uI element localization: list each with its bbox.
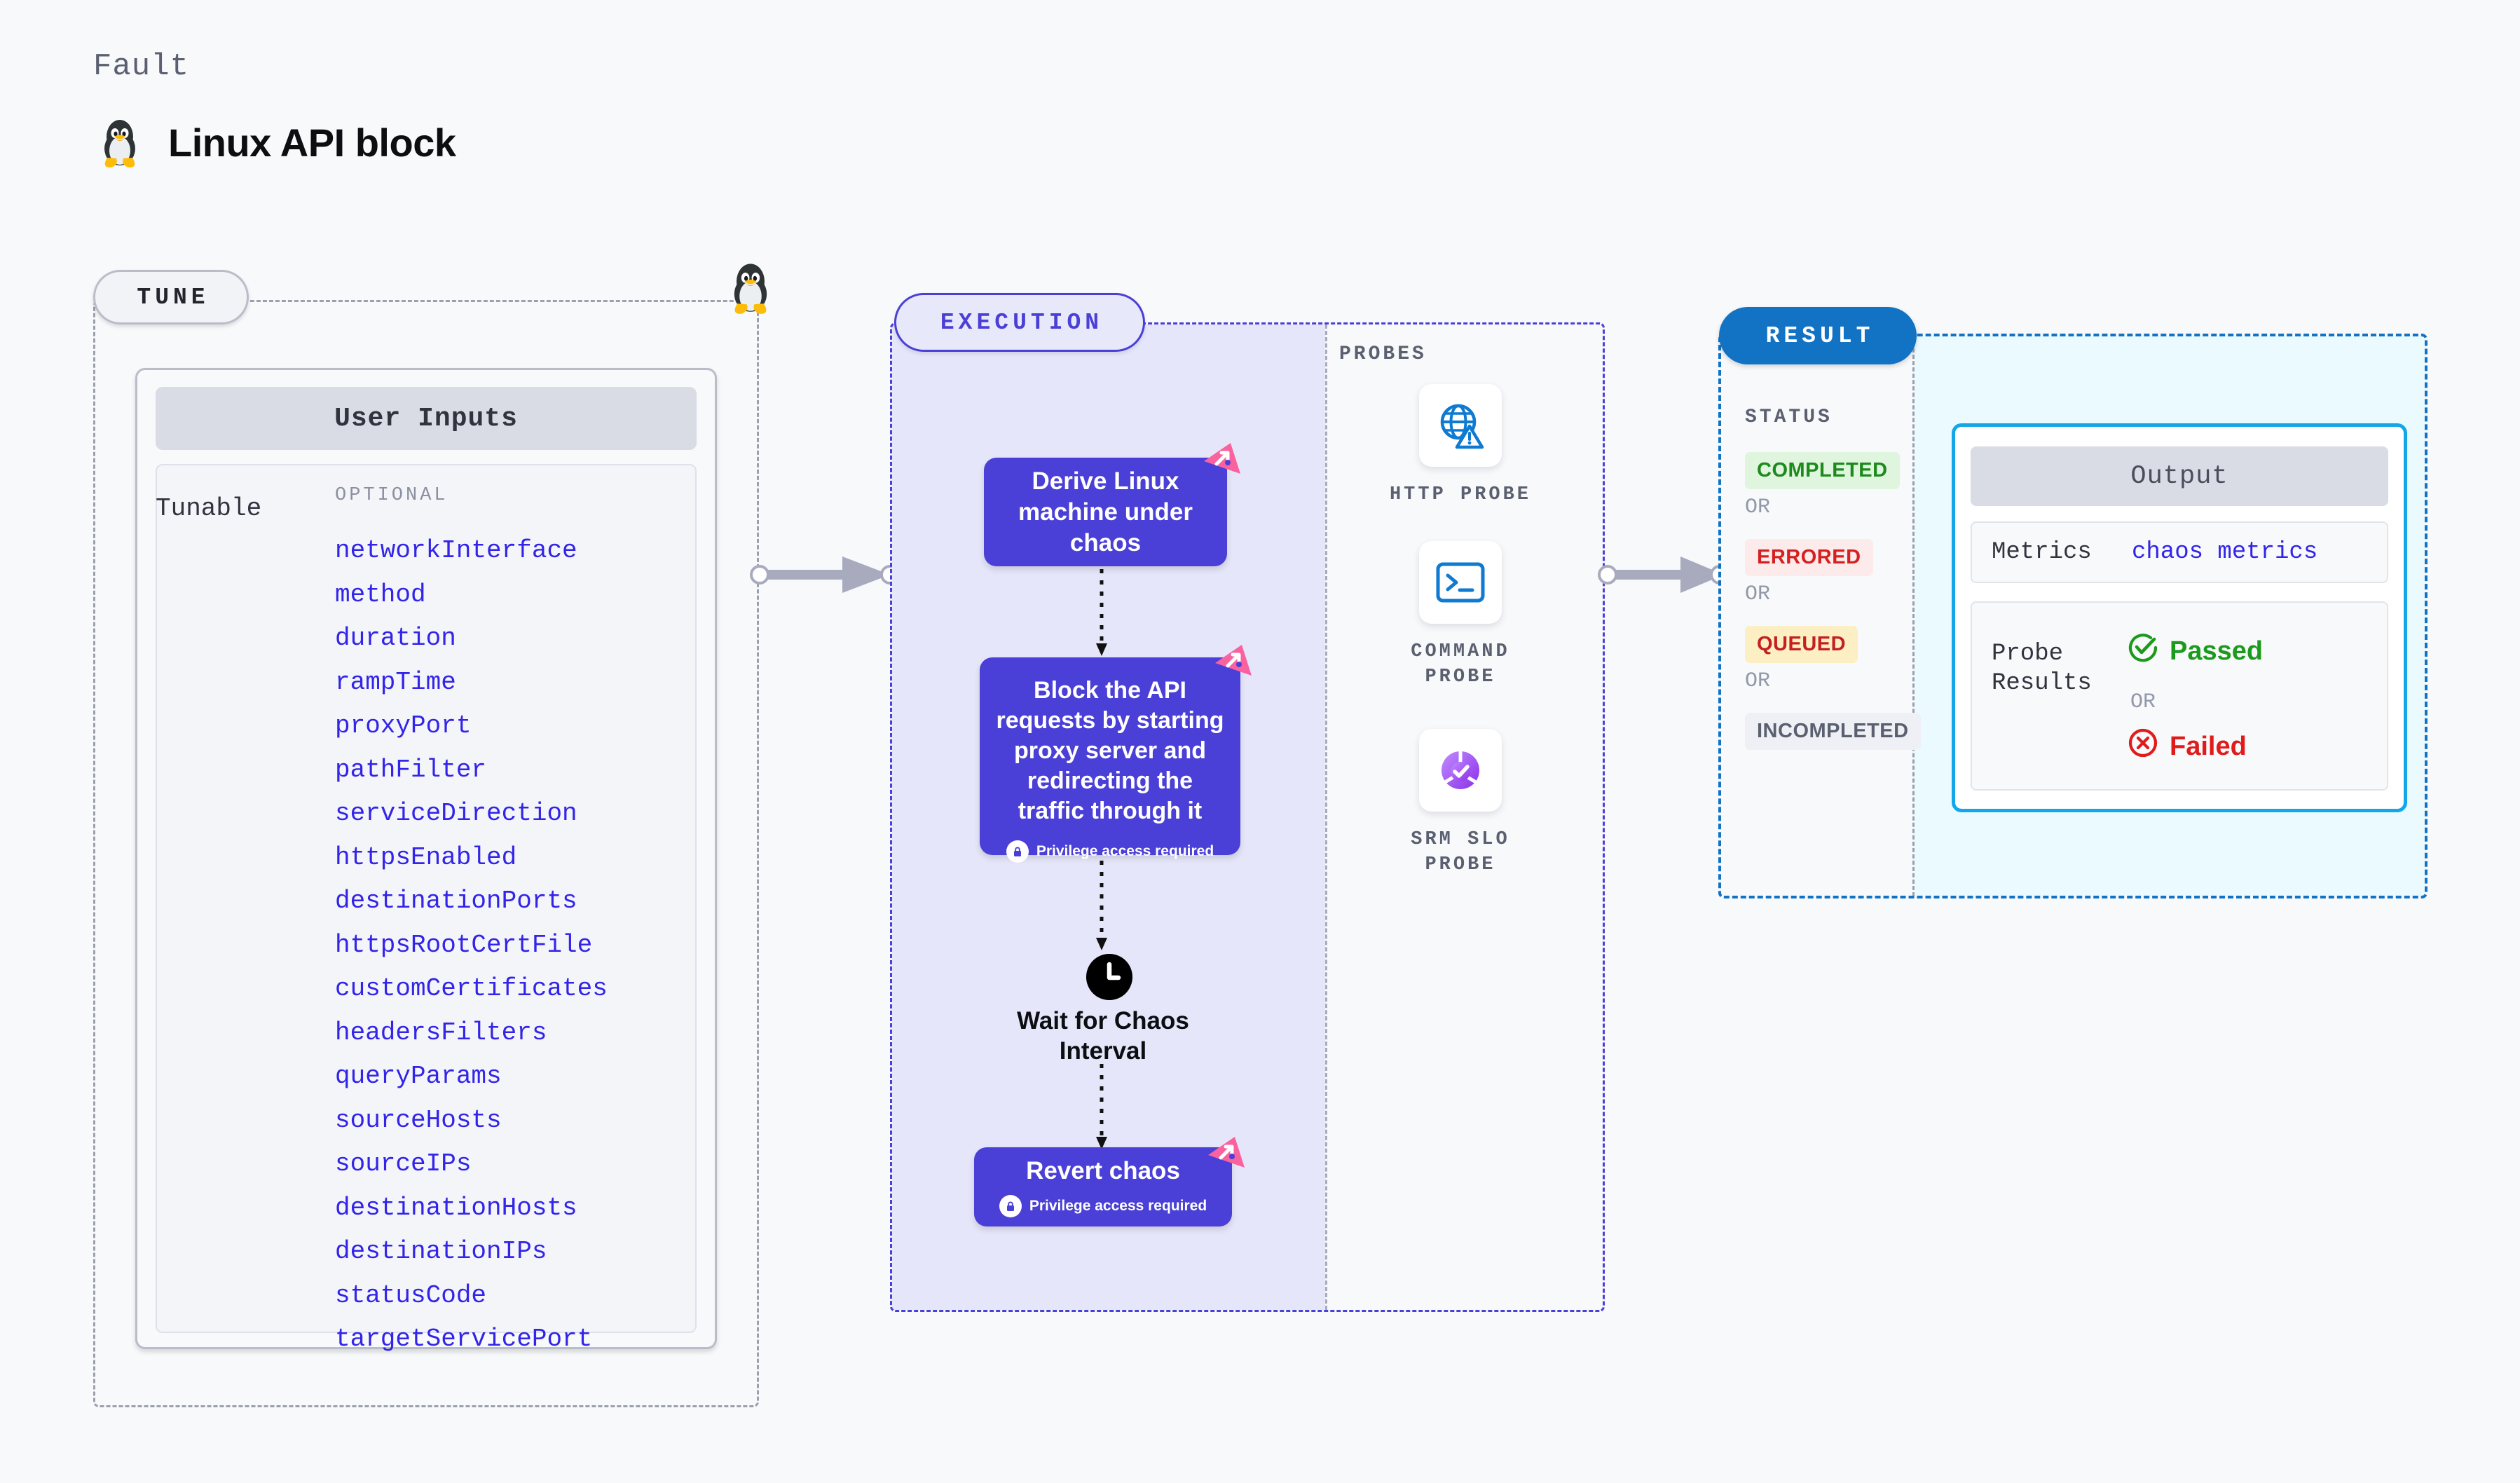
probe-result-or: OR xyxy=(2130,690,2156,714)
privilege-badge: Privilege access required xyxy=(1006,836,1214,866)
status-or-separator: OR xyxy=(1745,669,1770,693)
tunable-item[interactable]: customCertificates xyxy=(335,967,685,1011)
page-title-row: Linux API block xyxy=(98,116,456,169)
result-pill[interactable]: RESULT xyxy=(1719,307,1917,364)
probe-result-failed: Failed xyxy=(2128,727,2247,765)
output-title: Output xyxy=(1971,446,2388,506)
probe-item-command-label: COMMAND PROBE xyxy=(1376,639,1545,690)
tunable-label: Tunable xyxy=(156,494,261,523)
tunable-item[interactable]: queryParams xyxy=(335,1055,685,1099)
probe-results-label: Probe Results xyxy=(1992,639,2121,698)
metrics-value[interactable]: chaos metrics xyxy=(2132,539,2317,566)
privilege-badge-label: Privilege access required xyxy=(1029,1198,1207,1215)
check-circle-icon xyxy=(2128,632,2158,670)
clock-icon xyxy=(1086,953,1133,1004)
linux-penguin-icon xyxy=(98,116,142,169)
tunable-item[interactable]: pathFilter xyxy=(335,749,685,793)
page-kicker: Fault xyxy=(93,49,189,84)
flow-arrow-1 xyxy=(1093,569,1110,661)
x-circle-icon xyxy=(2128,727,2158,765)
tunable-list: networkInterfacemethoddurationrampTimepr… xyxy=(335,529,685,1362)
linux-penguin-icon xyxy=(727,259,774,319)
lock-icon xyxy=(999,1195,1022,1217)
lock-icon xyxy=(1006,840,1029,863)
execution-node-derive[interactable]: Derive Linux machine under chaos xyxy=(984,458,1227,566)
status-chip-errored: ERRORED xyxy=(1745,539,1873,576)
status-chip-queued: QUEUED xyxy=(1745,626,1858,663)
flow-arrow-2 xyxy=(1093,861,1110,955)
connector-node-left xyxy=(750,565,769,585)
execution-node-derive-label: Derive Linux machine under chaos xyxy=(999,466,1212,559)
tunable-item[interactable]: targetServicePort xyxy=(335,1318,685,1362)
user-inputs-title: User Inputs xyxy=(156,387,697,450)
probes-divider xyxy=(1325,324,1327,1310)
tunable-item[interactable]: proxyPort xyxy=(335,704,685,749)
privilege-badge: Privilege access required xyxy=(999,1195,1207,1217)
probe-result-passed: Passed xyxy=(2128,632,2263,670)
tunable-item[interactable]: method xyxy=(335,573,685,617)
probe-item-command[interactable]: COMMAND PROBE xyxy=(1376,541,1545,690)
tunable-item[interactable]: sourceIPs xyxy=(335,1142,685,1187)
status-or-separator: OR xyxy=(1745,582,1770,606)
optional-label: OPTIONAL xyxy=(335,485,448,506)
passed-label: Passed xyxy=(2170,636,2263,667)
tunable-item[interactable]: networkInterface xyxy=(335,529,685,573)
metrics-row: Metrics chaos metrics xyxy=(1971,521,2388,583)
status-caption: STATUS xyxy=(1745,406,1833,428)
connector-tune-to-execution xyxy=(758,554,898,599)
globe-warning-icon xyxy=(1419,384,1502,467)
execution-node-revert[interactable]: Revert chaos Privilege access required xyxy=(974,1147,1232,1226)
flow-arrow-3 xyxy=(1093,1064,1110,1154)
probe-item-srm-slo[interactable]: SRM SLO PROBE xyxy=(1376,729,1545,877)
tunable-item[interactable]: serviceDirection xyxy=(335,792,685,836)
status-chip-completed: COMPLETED xyxy=(1745,452,1900,489)
tunable-item[interactable]: destinationHosts xyxy=(335,1187,685,1231)
execution-node-block-label: Block the API requests by starting proxy… xyxy=(992,676,1228,826)
probe-results-row: Probe Results Passed OR Failed xyxy=(1971,601,2388,791)
failed-label: Failed xyxy=(2170,732,2247,762)
status-chip-incompleted: INCOMPLETED xyxy=(1745,713,1921,750)
tunable-item[interactable]: httpsRootCertFile xyxy=(335,924,685,968)
tunable-item[interactable]: headersFilters xyxy=(335,1011,685,1055)
privilege-badge-label: Privilege access required xyxy=(1036,836,1214,866)
tunable-item[interactable]: statusCode xyxy=(335,1274,685,1318)
execution-node-revert-label: Revert chaos xyxy=(1026,1157,1180,1185)
tunable-item[interactable]: httpsEnabled xyxy=(335,836,685,880)
tunable-item[interactable]: destinationPorts xyxy=(335,880,685,924)
probe-item-srm-slo-label: SRM SLO PROBE xyxy=(1376,827,1545,877)
metrics-label: Metrics xyxy=(1992,538,2132,567)
status-or-separator: OR xyxy=(1745,496,1770,519)
slo-donut-icon xyxy=(1419,729,1502,812)
tune-pill[interactable]: TUNE xyxy=(93,270,249,324)
execution-pill[interactable]: EXECUTION xyxy=(894,293,1145,352)
page-title: Linux API block xyxy=(168,120,456,165)
tunable-item[interactable]: duration xyxy=(335,617,685,661)
probe-item-http-label: HTTP PROBE xyxy=(1390,482,1531,507)
probes-caption: PROBES xyxy=(1339,343,1427,365)
execution-node-wait-label: Wait for Chaos Interval xyxy=(984,1006,1222,1066)
connector-node-left xyxy=(1598,565,1617,585)
execution-node-block[interactable]: Block the API requests by starting proxy… xyxy=(980,657,1240,855)
probe-item-http[interactable]: HTTP PROBE xyxy=(1376,384,1545,507)
tunable-item[interactable]: destinationIPs xyxy=(335,1230,685,1274)
tunable-item[interactable]: rampTime xyxy=(335,661,685,705)
terminal-icon xyxy=(1419,541,1502,624)
tunable-item[interactable]: sourceHosts xyxy=(335,1099,685,1143)
